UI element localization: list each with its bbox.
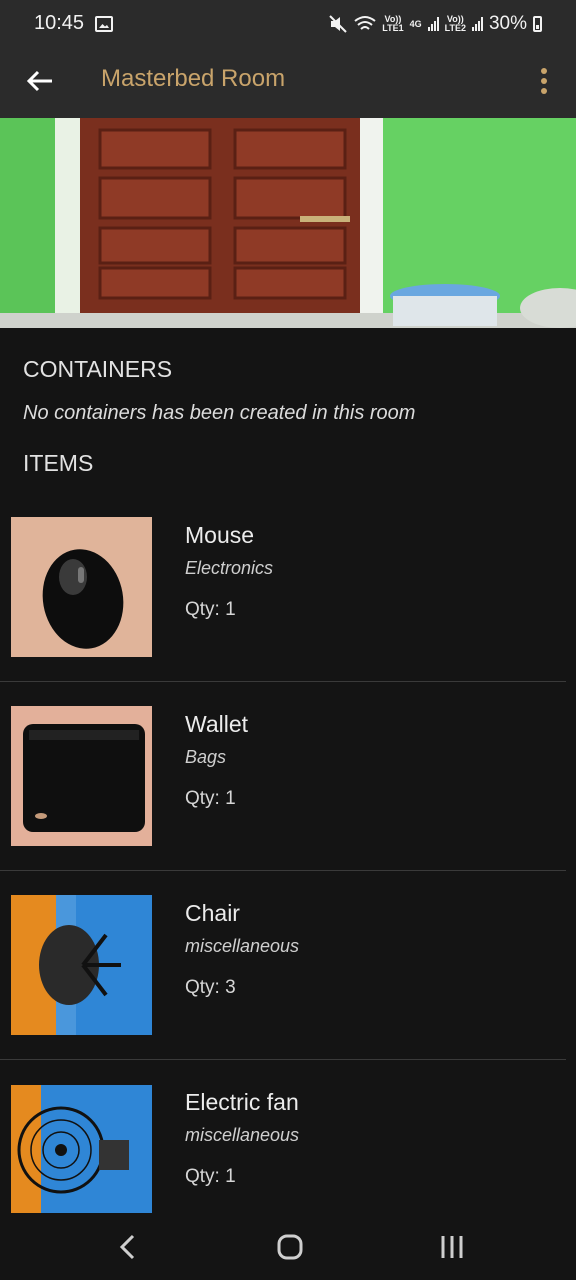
lte1-text: LTE1 — [382, 23, 404, 33]
item-category: miscellaneous — [185, 936, 300, 956]
list-item[interactable]: Electric fan miscellaneous Qty: 1 — [0, 1059, 566, 1213]
containers-heading: CONTAINERS — [23, 356, 173, 382]
volte-lte1-label: Vo)) LTE1 — [382, 15, 403, 33]
lte2-text: LTE2 — [444, 23, 466, 33]
signal-icon-2 — [471, 17, 483, 31]
room-photo — [0, 118, 576, 328]
items-heading: ITEMS — [23, 450, 94, 476]
list-item[interactable]: Wallet Bags Qty: 1 — [0, 681, 566, 870]
item-name: Wallet — [185, 711, 249, 737]
item-thumbnail-mouse — [11, 517, 152, 657]
page-title: Masterbed Room — [101, 65, 286, 92]
item-thumbnail-electric-fan — [11, 1085, 152, 1213]
list-item[interactable]: Mouse Electronics Qty: 1 — [0, 492, 566, 681]
item-name: Electric fan — [185, 1089, 299, 1115]
signal-icon — [427, 17, 439, 31]
containers-empty-message: No containers has been created in this r… — [23, 402, 416, 424]
wifi-icon — [354, 16, 376, 30]
item-quantity: Qty: 1 — [185, 788, 236, 809]
volte-lte2-label: Vo)) LTE2 — [445, 15, 466, 33]
status-indicators: Vo)) LTE1 4G Vo)) LTE2 30% — [328, 10, 542, 38]
recents-nav-icon[interactable] — [440, 1233, 464, 1261]
item-quantity: Qty: 1 — [185, 1166, 236, 1187]
image-icon — [95, 16, 113, 32]
item-category: miscellaneous — [185, 1125, 300, 1145]
status-time: 10:45 — [34, 12, 85, 34]
network-type: 4G — [409, 18, 422, 29]
item-name: Chair — [185, 900, 240, 926]
item-thumbnail-chair — [11, 895, 152, 1035]
item-category: Bags — [185, 747, 227, 767]
item-quantity: Qty: 1 — [185, 599, 236, 620]
item-thumbnail-wallet — [11, 706, 152, 846]
item-category: Electronics — [185, 558, 274, 578]
app-bar: Masterbed Room — [0, 50, 576, 118]
more-vertical-icon[interactable] — [532, 66, 556, 96]
back-nav-icon[interactable] — [118, 1233, 138, 1261]
battery-percent: 30% — [488, 13, 527, 34]
status-bar: 10:45 Vo)) LTE1 4G Vo)) LTE2 30% — [0, 0, 576, 50]
arrow-left-icon[interactable] — [26, 66, 56, 96]
home-nav-icon[interactable] — [276, 1233, 304, 1261]
item-quantity: Qty: 3 — [185, 977, 236, 998]
list-item[interactable]: Chair miscellaneous Qty: 3 — [0, 870, 566, 1059]
mute-icon — [329, 15, 347, 33]
battery-icon — [533, 16, 542, 32]
item-name: Mouse — [185, 522, 255, 548]
system-nav-bar — [0, 1213, 576, 1280]
